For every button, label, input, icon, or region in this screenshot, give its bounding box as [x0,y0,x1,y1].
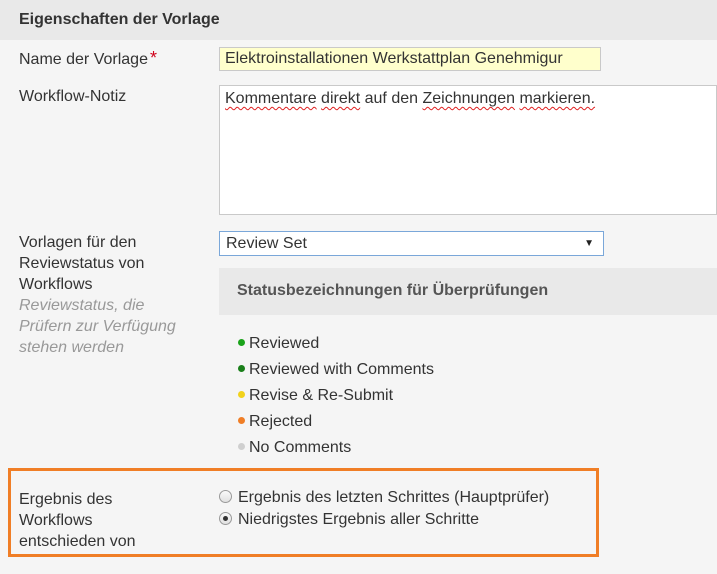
status-label: No Comments [249,439,352,456]
status-list: Reviewed Reviewed with Comments Revise &… [238,334,434,464]
note-word: Kommentare [225,90,317,107]
review-set-select[interactable]: Review Set ▼ [219,231,604,256]
status-item: No Comments [238,438,434,464]
note-word: markieren. [519,90,596,107]
radio-button[interactable] [219,490,232,504]
required-asterisk: * [149,48,157,68]
template-name-input[interactable]: Elektroinstallationen Werkstattplan Gene… [219,47,601,71]
review-status-label-line: Reviewstatus von [19,255,145,272]
status-item: Revise & Re-Submit [238,386,434,412]
status-dot-icon [238,365,245,373]
dropdown-arrow-icon: ▼ [584,238,594,249]
workflow-result-label: Ergebnis des Workflows entschieden von [19,489,136,552]
workflow-note-textarea[interactable]: Kommentare direkt auf den Zeichnungen ma… [219,85,717,215]
result-option-last-step[interactable]: Ergebnis des letzten Schrittes (Hauptprü… [219,488,549,508]
status-label: Reviewed with Comments [249,361,434,378]
result-option-label: Ergebnis des letzten Schrittes (Hauptprü… [238,489,550,506]
review-status-label: Vorlagen für den Reviewstatus von Workfl… [19,232,144,295]
result-option-lowest[interactable]: Niedrigstes Ergebnis aller Schritte [219,510,479,530]
status-labels-title: Statusbezeichnungen für Überprüfungen [237,282,549,299]
review-status-hint-line: Reviewstatus, die [19,297,145,314]
status-label: Reviewed [249,335,320,352]
template-name-label: Name der Vorlage * [19,48,157,70]
note-word: auf [364,90,387,107]
review-status-hint-line: stehen werden [19,339,124,356]
radio-button[interactable] [219,512,232,526]
result-option-label: Niedrigstes Ergebnis aller Schritte [238,511,479,528]
status-item: Reviewed [238,334,434,360]
workflow-result-label-line: Ergebnis des [19,491,113,508]
review-status-label-line: Vorlagen für den [19,234,137,251]
note-word: direkt [321,90,361,107]
status-dot-icon [238,443,245,451]
status-labels-panel: Statusbezeichnungen für Überprüfungen [219,268,717,315]
note-word: Zeichnungen [422,90,515,107]
template-name-label-text: Name der Vorlage [19,51,148,68]
status-dot-icon [238,417,245,425]
review-set-select-value: Review Set [226,235,307,252]
review-status-hint: Reviewstatus, die Prüfern zur Verfügung … [19,295,176,358]
status-item: Reviewed with Comments [238,360,434,386]
status-dot-icon [238,391,245,399]
workflow-result-label-line: Workflows [19,512,93,529]
status-dot-icon [238,339,245,347]
status-label: Rejected [249,413,313,430]
workflow-result-label-line: entschieden von [19,533,136,550]
status-item: Rejected [238,412,434,438]
section-header: Eigenschaften der Vorlage [0,0,717,40]
section-title: Eigenschaften der Vorlage [19,11,220,28]
review-status-hint-line: Prüfern zur Verfügung [19,318,176,335]
note-word: den [391,90,419,107]
review-status-label-line: Workflows [19,276,93,293]
status-label: Revise & Re-Submit [249,387,394,404]
workflow-note-label: Workflow-Notiz [19,88,127,105]
